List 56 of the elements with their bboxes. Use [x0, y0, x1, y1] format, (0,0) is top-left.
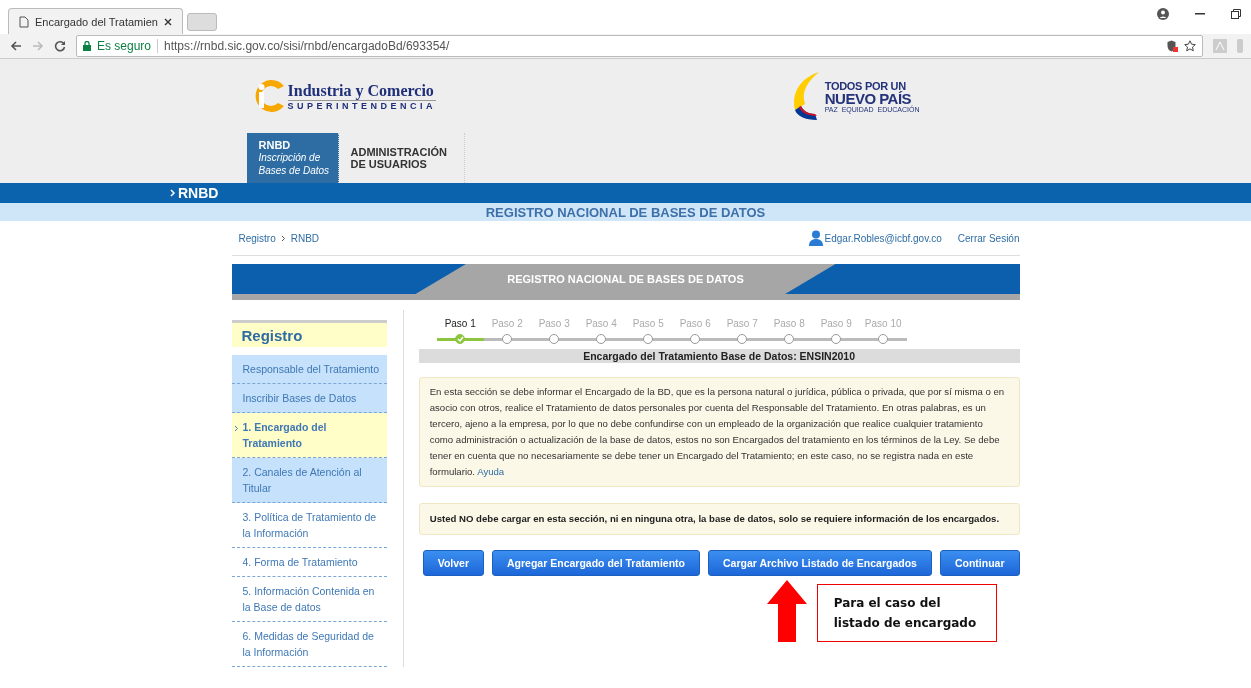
page-icon [19, 15, 29, 28]
slogan-line: TODOS POR UN [824, 79, 906, 92]
logo-subtitle: SUPERINTENDENCIA [287, 100, 436, 111]
info-text: En esta sección se debe informar el Encargado de la BD, que es la persona natural o jurídica, pública o privada, que por sí misma o en asocio con otros, realice el Tratamiento de datos personales por cuenta del Responsable del Tratamiento. En otras palabras, es un tercero, ajeno a la empresa, por lo que no debe confundirse con un empleado de la organización que realice cualquier tratamiento como administración o actualización de la base de datos, estos no son Encargados del tratamiento en los términos de la Ley. Se debe tener en cuenta que no necesariamente se debe tener un Encargado del Tratamiento; en este caso, no se registra nada en este formulario. Ayuda [418, 377, 1020, 487]
sidebar-item[interactable]: Responsable del Tratamiento [231, 355, 387, 384]
breadcrumb-separator-icon [280, 234, 286, 242]
sidebar-title: Registro [231, 320, 387, 347]
step-label: Paso 1 [444, 318, 476, 331]
address-bar[interactable]: Es seguro https://rnbd.sic.gov.co/sisi/rnbd/encargadoBd/693354/ [76, 35, 1203, 57]
nav-tab[interactable]: RNBD Inscripción de Bases de Datos [246, 133, 339, 183]
chevron-icon [233, 425, 239, 432]
action-button[interactable]: Agregar Encargado del Tratamiento [492, 550, 700, 576]
reload-icon[interactable] [54, 40, 66, 52]
breadcrumb-link[interactable]: RNBD [290, 232, 320, 244]
url-text: https://rnbd.sic.gov.co/sisi/rnbd/encargadoBd/693354/ [164, 39, 451, 53]
chevron-icon [170, 189, 176, 197]
sidebar-item[interactable]: Inscribir Bases de Datos [231, 384, 387, 413]
step-label: Paso 3 [538, 318, 570, 331]
action-button[interactable]: Continuar [939, 550, 1020, 576]
step-label: Paso 9 [820, 318, 852, 331]
warning-text: Usted NO debe cargar en esta sección, ni en ninguna otra, la base de datos, solo se requiere información de los encargados. [418, 503, 1020, 535]
back-icon[interactable] [10, 40, 22, 52]
step-label: Paso 5 [632, 318, 664, 331]
step-label: Paso 7 [726, 318, 758, 331]
step-label: Paso 8 [773, 318, 805, 331]
user-email[interactable]: Edgar.Robles@icbf.gov.co [824, 232, 942, 244]
close-icon[interactable] [164, 17, 172, 26]
page-title: REGISTRO NACIONAL DE BASES DE DATOS [485, 205, 766, 220]
tab-title: Encargado del Tratamien [35, 15, 158, 28]
step-label: Paso 2 [491, 318, 523, 331]
form-title: Encargado del Tratamiento Base de Datos: ENSIN2010 [418, 349, 1020, 363]
slogan-line: NUEVO PAÍS [824, 91, 912, 106]
help-link[interactable]: Ayuda [477, 466, 505, 477]
banner-title: REGISTRO NACIONAL DE BASES DE DATOS [415, 264, 836, 294]
section-label: RNBD [170, 185, 219, 201]
star-icon[interactable] [1184, 40, 1196, 52]
sidebar-item[interactable]: 1. Encargado del Tratamiento [231, 413, 387, 458]
restore-icon[interactable] [1231, 9, 1241, 19]
browser-tab[interactable]: Encargado del Tratamien [8, 8, 183, 34]
logout-link[interactable]: Cerrar Sesión [957, 232, 1020, 244]
breadcrumb-link[interactable]: Registro [238, 232, 276, 244]
annotation-text: Para el caso del listado de encargado [816, 584, 997, 642]
secure-label: Es seguro [97, 39, 159, 53]
action-button[interactable]: Cargar Archivo Listado de Encargados [708, 550, 932, 576]
profile-icon[interactable] [1157, 8, 1169, 20]
sidebar-item[interactable]: 2. Canales de Atención al Titular [231, 458, 387, 503]
logo-name: Industria y Comercio [287, 81, 436, 101]
step-label: Paso 4 [585, 318, 617, 331]
minimize-icon[interactable] [1195, 13, 1205, 15]
shield-icon[interactable] [1167, 40, 1178, 52]
up-arrow-icon [766, 580, 807, 642]
action-button[interactable]: Volver [422, 550, 485, 576]
step-label: Paso 10 [864, 318, 902, 331]
user-icon [808, 230, 823, 246]
lock-icon [83, 41, 91, 51]
step-label: Paso 6 [679, 318, 711, 331]
